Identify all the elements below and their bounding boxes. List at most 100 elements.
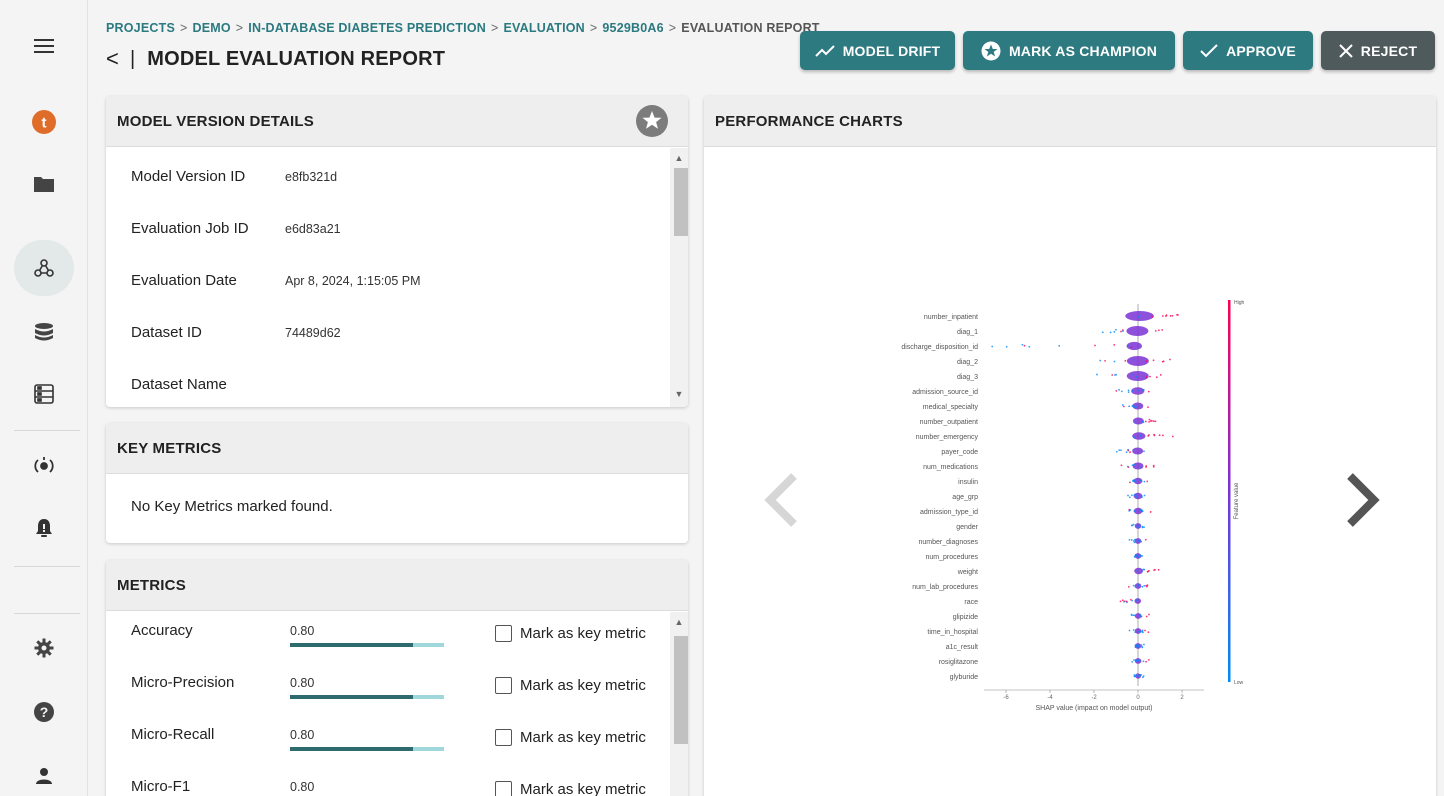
shap-point bbox=[1140, 570, 1143, 573]
sidebar-divider bbox=[14, 613, 80, 614]
shap-point bbox=[1129, 598, 1132, 601]
shap-point bbox=[1139, 508, 1141, 511]
mark-key-metric-checkbox[interactable] bbox=[495, 625, 512, 642]
shap-point bbox=[1132, 540, 1135, 542]
user-icon[interactable] bbox=[14, 748, 74, 796]
shap-point bbox=[1127, 494, 1129, 497]
feature-label: rosiglitazone bbox=[939, 659, 978, 666]
shap-point bbox=[1149, 420, 1152, 422]
performance-charts-header: PERFORMANCE CHARTS bbox=[704, 96, 1436, 147]
breadcrumb-separator: > bbox=[668, 21, 677, 35]
shap-point bbox=[1132, 614, 1135, 617]
mark-key-metric-checkbox[interactable] bbox=[495, 729, 512, 746]
shap-point bbox=[1171, 435, 1174, 438]
breadcrumb: PROJECTS > DEMO > IN-DATABASE DIABETES PREDI… bbox=[106, 21, 820, 35]
shap-point bbox=[1177, 314, 1179, 316]
shap-summary-chart: number_inpatient diag_1 discharge_disposit… bbox=[901, 300, 1245, 712]
scroll-down-icon[interactable]: ▼ bbox=[673, 389, 685, 399]
shap-density bbox=[1132, 432, 1146, 440]
shap-point bbox=[1122, 405, 1125, 408]
shap-point bbox=[1145, 376, 1148, 379]
detail-row: Evaluation Job ID e6d83a21 bbox=[131, 220, 341, 237]
shap-point bbox=[1133, 659, 1135, 661]
shap-point bbox=[1154, 330, 1157, 332]
shap-point bbox=[1157, 568, 1160, 571]
chart-next-arrow-icon[interactable] bbox=[1342, 472, 1382, 528]
shap-point bbox=[1134, 585, 1137, 588]
feature-label: num_procedures bbox=[925, 554, 978, 561]
shap-point bbox=[1155, 376, 1158, 379]
breadcrumb-project[interactable]: IN-DATABASE DIABETES PREDICTION bbox=[248, 21, 486, 35]
detail-value: 74489d62 bbox=[285, 325, 341, 340]
alert-bell-icon[interactable] bbox=[14, 500, 74, 556]
back-button[interactable]: < bbox=[106, 46, 124, 71]
shap-point bbox=[1136, 554, 1138, 557]
metric-value: 0.80 bbox=[290, 676, 315, 690]
metrics-scrollbar[interactable]: ▲ bbox=[670, 612, 688, 796]
help-icon[interactable]: ? bbox=[14, 684, 74, 740]
database-icon[interactable] bbox=[14, 304, 74, 360]
mark-key-metric-label: Mark as key metric bbox=[520, 781, 646, 796]
breadcrumb-projects[interactable]: PROJECTS bbox=[106, 21, 175, 35]
shap-point bbox=[1023, 344, 1026, 347]
folder-icon[interactable] bbox=[14, 156, 74, 212]
metric-progress-bar bbox=[290, 695, 444, 699]
title-row: < | MODEL EVALUATION REPORT bbox=[106, 46, 445, 71]
breadcrumb-evaluation-id[interactable]: 9529B0A6 bbox=[602, 21, 663, 35]
shap-point bbox=[1131, 660, 1134, 663]
scroll-up-icon[interactable]: ▲ bbox=[673, 617, 685, 627]
gear-icon[interactable] bbox=[14, 620, 74, 676]
metrics-scroll-thumb[interactable] bbox=[674, 636, 688, 744]
shap-point bbox=[1145, 615, 1148, 618]
feature-label: number_outpatient bbox=[920, 419, 978, 426]
reject-button[interactable]: REJECT bbox=[1321, 31, 1435, 70]
chart-prev-arrow-icon[interactable] bbox=[762, 472, 802, 528]
model-network-icon[interactable] bbox=[14, 240, 74, 296]
shap-point bbox=[1157, 329, 1160, 332]
shap-point bbox=[1130, 614, 1133, 617]
model-drift-button[interactable]: MODEL DRIFT bbox=[800, 31, 955, 70]
shap-point bbox=[1149, 375, 1151, 378]
colorbar bbox=[1228, 300, 1231, 682]
shap-point bbox=[1148, 418, 1151, 421]
menu-icon[interactable] bbox=[14, 18, 74, 74]
shap-point bbox=[1153, 433, 1155, 436]
mark-champion-button[interactable]: MARK AS CHAMPION bbox=[963, 31, 1175, 70]
metric-value: 0.80 bbox=[290, 780, 315, 794]
deploy-cycle-icon[interactable] bbox=[14, 438, 74, 494]
feature-label: diag_2 bbox=[957, 359, 978, 366]
shap-point bbox=[1118, 388, 1120, 391]
shap-density bbox=[1132, 462, 1144, 470]
details-scroll-thumb[interactable] bbox=[674, 168, 688, 236]
shap-point bbox=[1136, 495, 1139, 498]
shap-point bbox=[1154, 568, 1156, 571]
breadcrumb-demo[interactable]: DEMO bbox=[192, 21, 230, 35]
feature-label: race bbox=[964, 599, 978, 606]
server-icon[interactable] bbox=[14, 366, 74, 422]
shap-point bbox=[1140, 540, 1143, 543]
shap-point bbox=[1144, 538, 1147, 541]
shap-point bbox=[1113, 344, 1116, 346]
details-scrollbar[interactable]: ▲ ▼ bbox=[670, 148, 688, 407]
shap-density bbox=[1125, 311, 1154, 321]
shap-point bbox=[1096, 373, 1098, 376]
metric-value: 0.80 bbox=[290, 728, 315, 742]
shap-point bbox=[1126, 465, 1129, 468]
scroll-up-icon[interactable]: ▲ bbox=[673, 153, 685, 163]
shap-point bbox=[1142, 421, 1145, 424]
brand-logo-icon[interactable]: t bbox=[14, 94, 74, 150]
shap-point bbox=[1143, 568, 1146, 571]
shap-point bbox=[1127, 448, 1129, 451]
mark-key-metric-checkbox[interactable] bbox=[495, 677, 512, 694]
shap-point bbox=[1169, 315, 1172, 317]
shap-point bbox=[1147, 631, 1150, 634]
metric-label: Micro-Precision bbox=[131, 674, 235, 691]
breadcrumb-evaluation[interactable]: EVALUATION bbox=[504, 21, 585, 35]
champion-star-icon[interactable] bbox=[636, 105, 668, 137]
mark-key-metric-checkbox[interactable] bbox=[495, 781, 512, 796]
shap-point bbox=[1132, 584, 1135, 587]
approve-button[interactable]: APPROVE bbox=[1183, 31, 1313, 70]
detail-row: Evaluation Date Apr 8, 2024, 1:15:05 PM bbox=[131, 272, 421, 289]
shap-point bbox=[1138, 478, 1141, 481]
metric-label: Micro-F1 bbox=[131, 778, 191, 795]
